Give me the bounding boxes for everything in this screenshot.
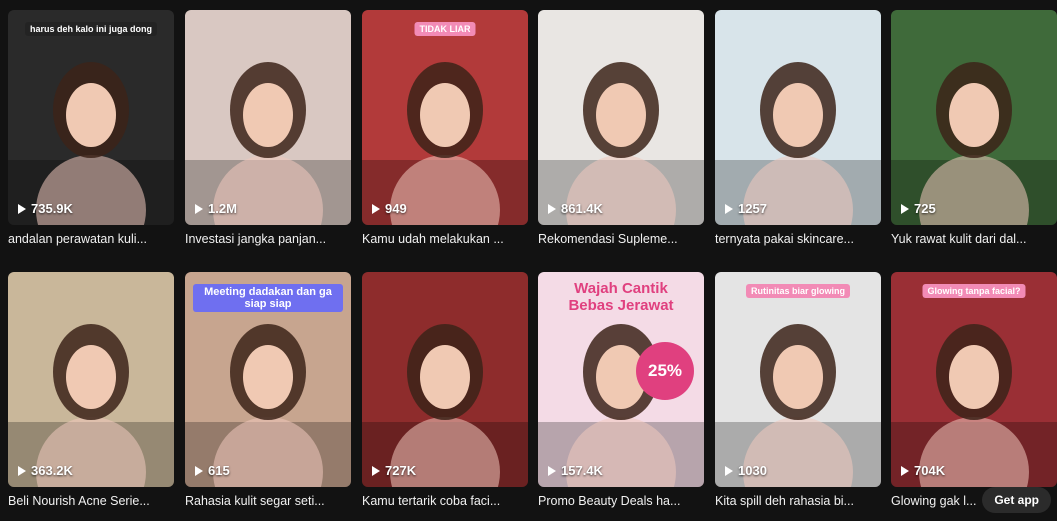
view-count: 861.4K	[548, 201, 603, 216]
thumbnail-overlay-text: Rutinitas biar glowing	[746, 284, 850, 298]
view-count-text: 735.9K	[31, 201, 73, 216]
play-icon	[725, 203, 733, 214]
video-thumbnail[interactable]: TIDAK LIAR 949	[362, 10, 528, 225]
play-icon	[548, 465, 556, 476]
video-thumbnail[interactable]: harus deh kalo ini juga dong 735.9K	[8, 10, 174, 225]
video-card[interactable]: 861.4K Rekomendasi Supleme...	[538, 10, 704, 246]
thumbnail-image	[891, 272, 1057, 487]
play-icon	[18, 465, 26, 476]
thumbnail-image	[891, 10, 1057, 225]
play-icon	[372, 465, 380, 476]
video-card[interactable]: 1257 ternyata pakai skincare...	[715, 10, 881, 246]
view-count: 704K	[901, 463, 945, 478]
view-count: 363.2K	[18, 463, 73, 478]
video-card[interactable]: 727K Kamu tertarik coba faci...	[362, 272, 528, 508]
video-thumbnail[interactable]: 725	[891, 10, 1057, 225]
video-thumbnail[interactable]: Wajah Cantik Bebas Jerawat 25% 157.4K	[538, 272, 704, 487]
view-count-text: 861.4K	[561, 201, 603, 216]
thumbnail-overlay-text: TIDAK LIAR	[414, 22, 476, 36]
thumbnail-image	[8, 10, 174, 225]
thumbnail-overlay-text: Meeting dadakan dan ga siap siap	[193, 284, 343, 312]
view-count-text: 1257	[738, 201, 767, 216]
view-count-text: 704K	[914, 463, 946, 478]
video-thumbnail[interactable]: 727K	[362, 272, 528, 487]
video-caption[interactable]: Beli Nourish Acne Serie...	[8, 494, 174, 508]
video-thumbnail[interactable]: 363.2K	[8, 272, 174, 487]
view-count-text: 615	[208, 463, 230, 478]
view-count: 727K	[372, 463, 416, 478]
thumbnail-image	[185, 10, 351, 225]
video-caption[interactable]: Yuk rawat kulit dari dal...	[891, 232, 1057, 246]
play-icon	[901, 465, 909, 476]
video-caption[interactable]: Investasi jangka panjan...	[185, 232, 351, 246]
video-card[interactable]: harus deh kalo ini juga dong 735.9K andala…	[8, 10, 174, 246]
video-card[interactable]: Meeting dadakan dan ga siap siap 615 Rahas…	[185, 272, 351, 508]
play-icon	[901, 203, 909, 214]
video-caption[interactable]: Promo Beauty Deals ha...	[538, 494, 704, 508]
view-count-text: 157.4K	[561, 463, 603, 478]
thumbnail-image	[715, 10, 881, 225]
video-thumbnail[interactable]: Glowing tanpa facial? 704K	[891, 272, 1057, 487]
play-icon	[195, 203, 203, 214]
video-grid: harus deh kalo ini juga dong 735.9K andala…	[0, 0, 1057, 521]
video-caption[interactable]: Kita spill deh rahasia bi...	[715, 494, 881, 508]
video-thumbnail[interactable]: Meeting dadakan dan ga siap siap 615	[185, 272, 351, 487]
video-thumbnail[interactable]: 1.2M	[185, 10, 351, 225]
thumbnail-image	[362, 10, 528, 225]
play-icon	[195, 465, 203, 476]
play-icon	[372, 203, 380, 214]
video-caption[interactable]: Rahasia kulit segar seti...	[185, 494, 351, 508]
view-count: 157.4K	[548, 463, 603, 478]
video-thumbnail[interactable]: 861.4K	[538, 10, 704, 225]
view-count-text: 363.2K	[31, 463, 73, 478]
play-icon	[725, 465, 733, 476]
get-app-button[interactable]: Get app	[982, 487, 1051, 513]
view-count-text: 1.2M	[208, 201, 237, 216]
view-count: 735.9K	[18, 201, 73, 216]
promo-discount-badge: 25%	[636, 342, 694, 400]
video-card[interactable]: Wajah Cantik Bebas Jerawat 25% 157.4K Promo…	[538, 272, 704, 508]
video-thumbnail[interactable]: Rutinitas biar glowing 1030	[715, 272, 881, 487]
view-count: 949	[372, 201, 407, 216]
view-count: 1.2M	[195, 201, 237, 216]
video-card[interactable]: Rutinitas biar glowing 1030 Kita spill deh…	[715, 272, 881, 508]
play-icon	[548, 203, 556, 214]
video-thumbnail[interactable]: 1257	[715, 10, 881, 225]
video-caption[interactable]: ternyata pakai skincare...	[715, 232, 881, 246]
thumbnail-image	[538, 10, 704, 225]
view-count-text: 949	[385, 201, 407, 216]
thumbnail-image	[362, 272, 528, 487]
view-count: 615	[195, 463, 230, 478]
thumbnail-overlay-text: harus deh kalo ini juga dong	[24, 22, 158, 36]
video-card[interactable]: 363.2K Beli Nourish Acne Serie...	[8, 272, 174, 508]
video-caption[interactable]: Kamu tertarik coba faci...	[362, 494, 528, 508]
play-icon	[18, 203, 26, 214]
view-count: 1030	[725, 463, 767, 478]
view-count: 1257	[725, 201, 767, 216]
video-caption[interactable]: Kamu udah melakukan ...	[362, 232, 528, 246]
video-card[interactable]: TIDAK LIAR 949 Kamu udah melakukan ...	[362, 10, 528, 246]
video-caption[interactable]: andalan perawatan kuli...	[8, 232, 174, 246]
view-count-text: 1030	[738, 463, 767, 478]
view-count-text: 727K	[385, 463, 417, 478]
video-card[interactable]: 1.2M Investasi jangka panjan...	[185, 10, 351, 246]
thumbnail-overlay-text: Glowing tanpa facial?	[922, 284, 1026, 298]
video-caption[interactable]: Rekomendasi Supleme...	[538, 232, 704, 246]
thumbnail-image	[715, 272, 881, 487]
thumbnail-image	[8, 272, 174, 487]
thumbnail-overlay-text: Wajah Cantik Bebas Jerawat	[568, 280, 674, 314]
video-card[interactable]: 725 Yuk rawat kulit dari dal...	[891, 10, 1057, 246]
view-count: 725	[901, 201, 936, 216]
view-count-text: 725	[914, 201, 936, 216]
video-card[interactable]: Glowing tanpa facial? 704K Glowing gak l..…	[891, 272, 1057, 508]
